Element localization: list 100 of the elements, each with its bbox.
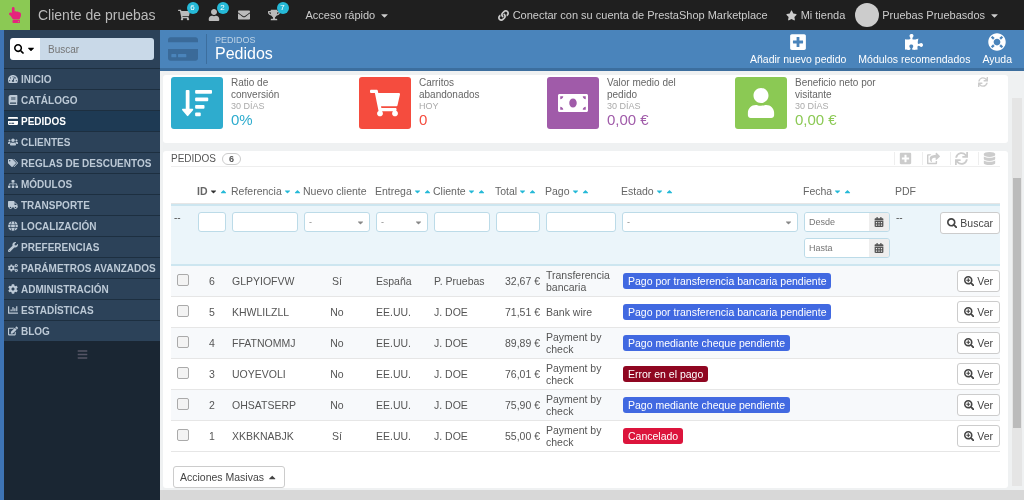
kpi-value: 0,00 € [795,111,838,128]
table-cell-text: No [329,337,345,349]
filter-dash: -- [174,212,182,223]
column-header[interactable]: ID [195,185,229,197]
table-cell-text: J. DOE [433,430,469,442]
calendar-icon[interactable] [874,217,884,227]
table-cell-text: No [329,399,345,411]
filter-field[interactable] [434,212,490,232]
row-checkbox[interactable] [177,274,189,286]
kpi-title: Valor medio del pedido [607,77,677,101]
column-header[interactable]: Total [493,185,543,197]
search-button[interactable]: Buscar [939,212,1000,234]
view-button[interactable]: Ver [956,425,1000,447]
table-cell-text: OHSATSERP [231,399,297,411]
row-checkbox[interactable] [177,336,189,348]
row-checkbox[interactable] [177,429,189,441]
view-button[interactable]: Ver [956,270,1000,292]
truck-icon [8,200,18,210]
user-icon[interactable] [207,9,220,21]
date-from-field[interactable]: Desde [804,212,890,232]
table-cell-text: FFATNOMMJ [231,337,297,349]
sidebar-item[interactable]: PEDIDOS [4,110,160,131]
filter-field[interactable] [546,212,616,232]
marketplace-link[interactable]: Conectar con su cuenta de PrestaShop Marketplace [497,9,768,21]
calendar-icon[interactable] [874,243,884,253]
row-checkbox[interactable] [177,398,189,410]
view-button[interactable]: Ver [956,363,1000,385]
kpi-title: Ratio de conversión [231,77,281,101]
puzzle-icon [905,33,924,51]
view-button[interactable]: Ver [956,301,1000,323]
row-checkbox[interactable] [177,367,189,379]
column-header: PDF [894,185,917,197]
status-label: Pago mediante cheque pendiente [623,397,791,413]
column-header[interactable]: Entrega [373,185,431,197]
filter-dropdown[interactable]: - [304,212,370,232]
quick-access-menu[interactable]: Acceso rápido [305,9,391,21]
table-cell-text: 55,00 € [503,430,541,442]
search-options-button[interactable] [10,38,40,60]
table-cell-text: 71,51 € [503,306,541,318]
user-menu[interactable]: Pruebas Pruebasdos [882,9,1000,21]
table-cell-text: Payment by check [545,424,603,448]
filter-dropdown[interactable]: - [376,212,428,232]
table-cell-text: KHWLILZLL [231,306,291,318]
trophy-icon[interactable] [267,9,280,21]
header-action[interactable]: Módulos recomendados [858,33,971,65]
table-cell-text: Payment by check [545,331,603,355]
envelope-icon[interactable] [237,9,250,21]
status-label: Pago mediante cheque pendiente [623,335,791,351]
table-cell-text: Sí [331,275,343,287]
breadcrumb: PEDIDOS [215,35,257,45]
users-icon [8,137,18,147]
table-cell-text: 32,67 € [503,275,541,287]
shop-link[interactable]: Mi tienda [785,9,846,21]
table-cell-text: J. DOE [433,306,469,318]
status-label: Pago por transferencia bancaria pendiente [623,304,832,320]
table-cell-text: 6 [208,275,216,287]
credit-card-icon [168,34,207,64]
database-icon[interactable] [983,152,996,165]
column-header[interactable]: Referencia [229,185,301,197]
cart-icon[interactable] [177,9,190,21]
avatar-icon[interactable] [855,3,880,27]
table-cell-text: J. DOE [433,337,469,349]
filter-field[interactable] [232,212,298,232]
refresh-icon[interactable] [978,77,988,87]
column-header[interactable]: Pago [543,185,619,197]
view-button[interactable]: Ver [956,332,1000,354]
sitemap-icon [8,179,18,189]
zoom-in-icon [963,306,975,318]
count-badge: 2 [216,2,229,14]
menu-icon[interactable] [76,349,88,360]
header-action[interactable]: Añadir nuevo pedido [750,33,847,65]
hand-logo-icon[interactable] [0,0,30,30]
column-header[interactable]: Fecha [801,185,893,197]
refresh-icon[interactable] [955,152,968,165]
row-checkbox[interactable] [177,305,189,317]
gear-icon [8,284,18,294]
date-to-field[interactable]: Hasta [804,238,890,258]
add-icon[interactable] [899,152,912,165]
filter-dropdown[interactable]: - [622,212,798,232]
search-field[interactable]: Buscar [40,38,154,60]
filter-field[interactable] [198,212,226,232]
table-cell-text: Payment by check [545,393,603,417]
header-action[interactable]: Ayuda [982,33,1012,65]
link-icon [497,9,509,21]
share-icon[interactable] [927,152,940,165]
table-cell-text: UOYEVOLI [231,368,287,380]
filter-field[interactable] [496,212,540,232]
vertical-scrollbar[interactable] [1012,98,1022,486]
kpi-value: 0 [419,111,429,128]
view-button[interactable]: Ver [956,394,1000,416]
kpi-value: 0% [231,111,254,128]
count-badge: 7 [276,2,289,14]
bulk-actions-button[interactable]: Acciones Masivas [173,466,285,488]
horizontal-scrollbar[interactable] [160,490,1024,500]
kpi-title: Carritos abandonados [419,77,481,101]
column-header[interactable]: Cliente [431,185,493,197]
kpi-period: HOY [419,101,440,111]
column-header[interactable]: Estado [619,185,801,197]
table-cell-text: 76,01 € [503,368,541,380]
table-cell-text: 5 [208,306,216,318]
